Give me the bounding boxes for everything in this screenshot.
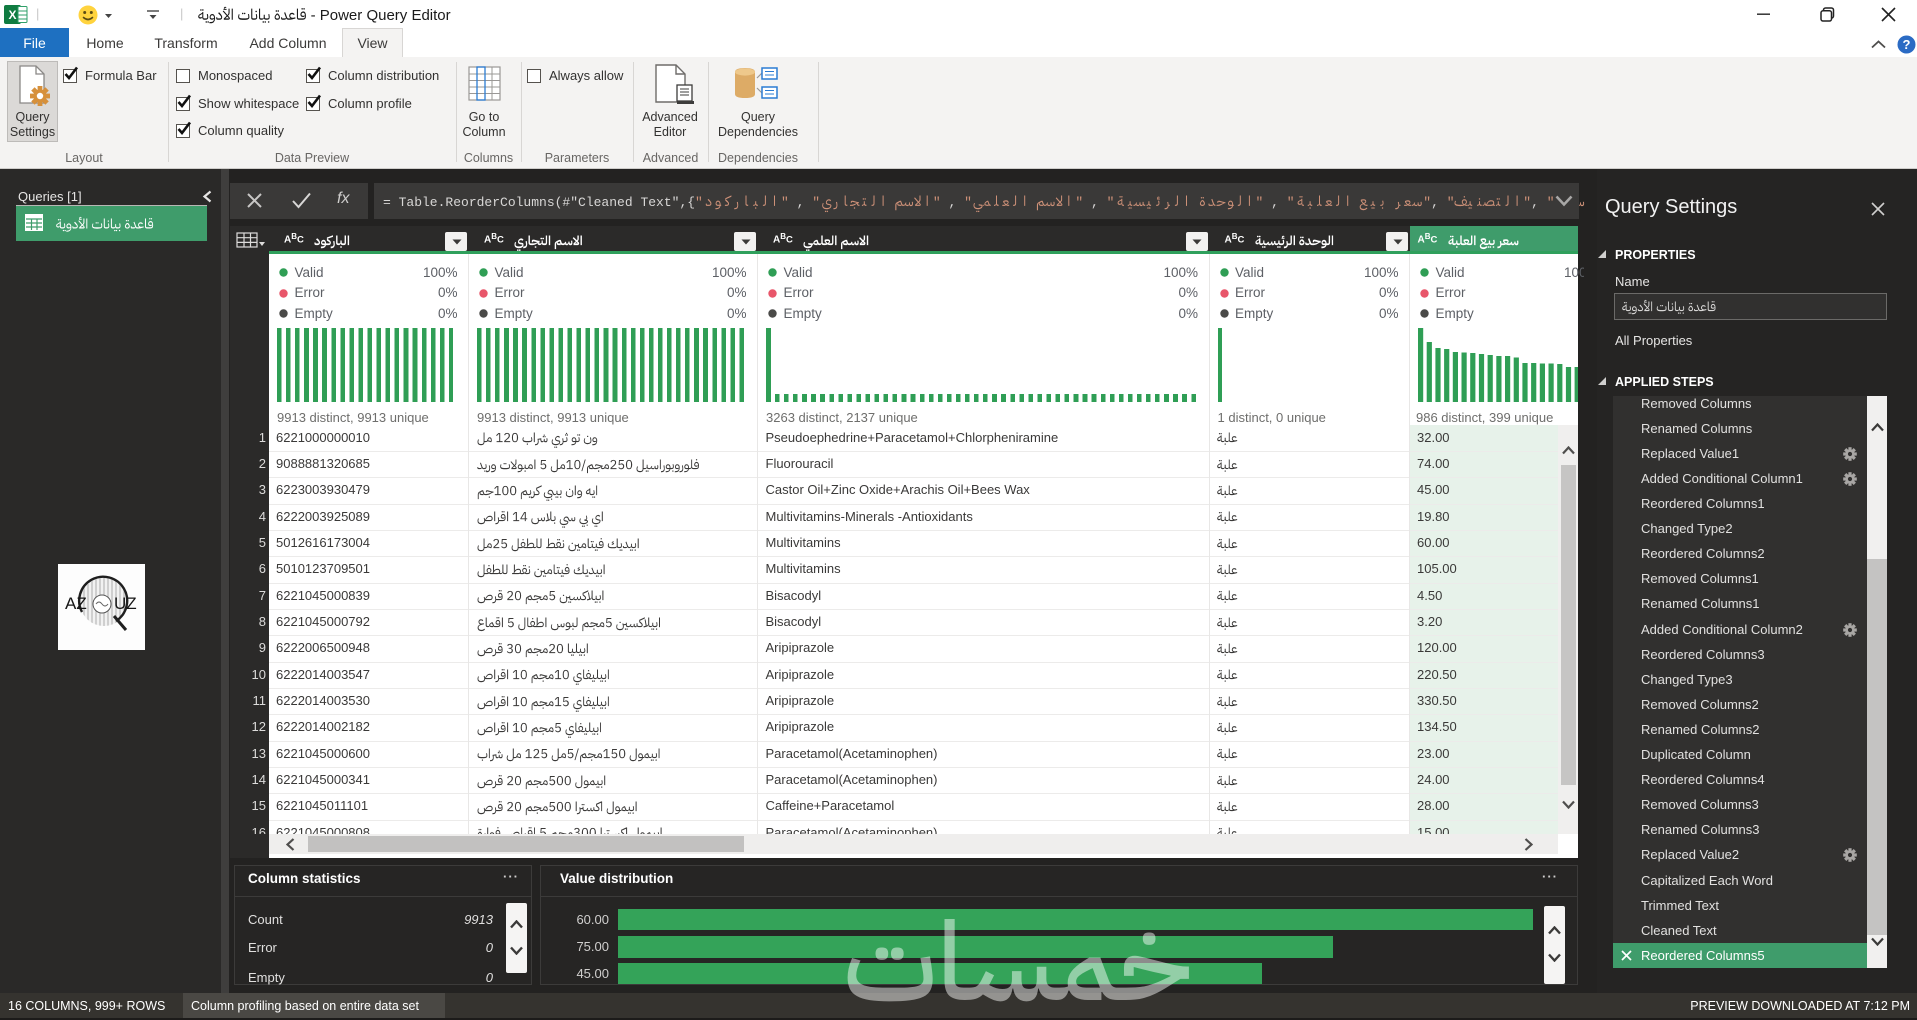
svg-text:UZ: UZ [114, 594, 137, 613]
svg-text:X: X [8, 8, 16, 22]
svg-text:?: ? [1903, 37, 1911, 52]
svg-text:AZ: AZ [65, 594, 87, 613]
